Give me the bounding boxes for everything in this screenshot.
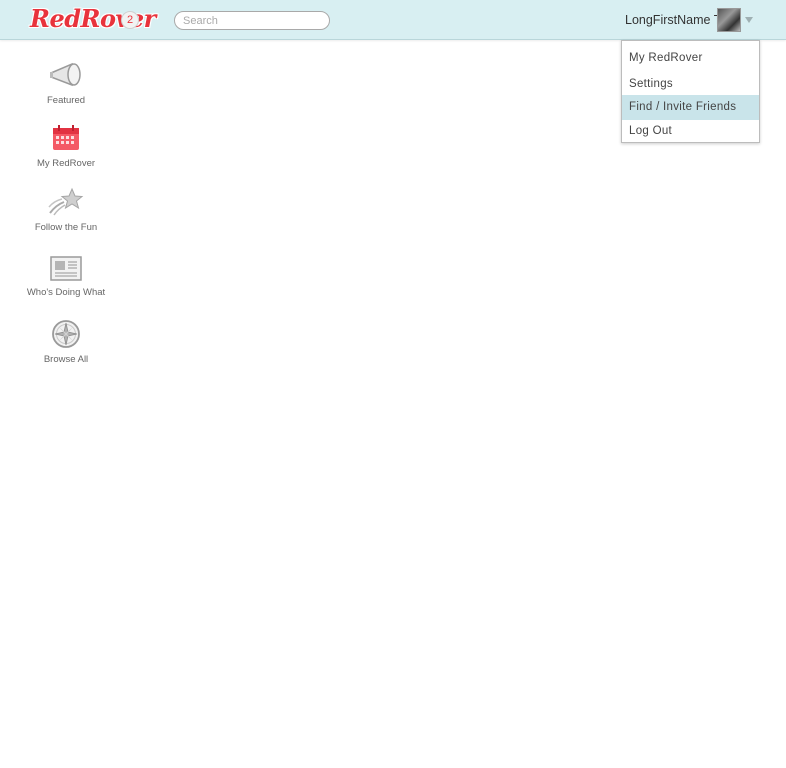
menu-item-settings[interactable]: Settings (622, 72, 759, 96)
notification-badge[interactable]: 2 (121, 11, 139, 29)
sidebar-item-my-redrover[interactable]: My RedRover (21, 123, 111, 169)
sidebar-item-label: Browse All (43, 354, 89, 365)
megaphone-icon (50, 62, 81, 87)
user-menu-dropdown: My RedRover Settings Find / Invite Frien… (621, 40, 760, 143)
sidebar-item-follow-the-fun[interactable]: Follow the Fun (21, 187, 111, 233)
menu-item-find-invite-friends[interactable]: Find / Invite Friends (622, 95, 759, 120)
user-avatar[interactable] (717, 8, 741, 32)
calendar-icon (53, 125, 79, 150)
top-bar: RedRover 2 LongFirstName T. (0, 0, 786, 40)
compass-icon (52, 320, 80, 348)
search-input[interactable] (174, 11, 330, 30)
sidebar-item-label: Follow the Fun (34, 222, 98, 233)
sidebar-item-label: Who's Doing What (26, 287, 106, 298)
menu-item-log-out[interactable]: Log Out (622, 120, 759, 142)
newspaper-icon (50, 256, 82, 281)
sidebar-item-browse-all[interactable]: Browse All (21, 319, 111, 365)
sidebar-item-whos-doing-what[interactable]: Who's Doing What (21, 254, 111, 298)
menu-item-my-redrover[interactable]: My RedRover (622, 46, 759, 70)
shooting-star-icon (48, 187, 84, 216)
sidebar-item-label: My RedRover (36, 158, 96, 169)
sidebar-item-featured[interactable]: Featured (21, 60, 111, 106)
sidebar-item-label: Featured (46, 95, 86, 106)
caret-down-icon[interactable] (745, 17, 753, 23)
user-name[interactable]: LongFirstName T. (625, 13, 723, 27)
